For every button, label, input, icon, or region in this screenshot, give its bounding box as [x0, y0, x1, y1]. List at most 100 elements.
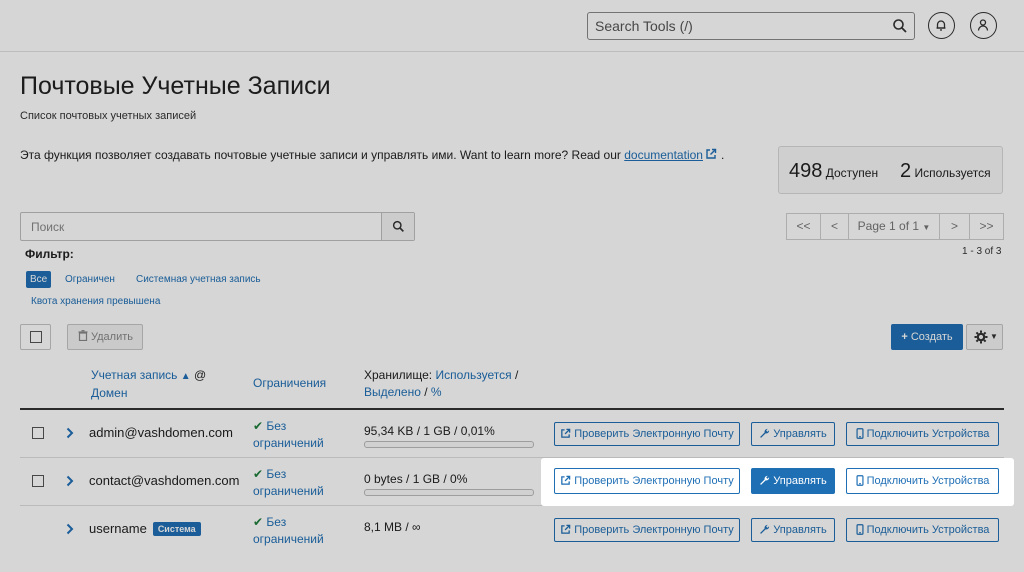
limits-cell: ✔ Без ограничений: [253, 466, 324, 500]
used-count: 2: [900, 160, 912, 182]
intro-text: Эта функция позволяет создавать почтовые…: [20, 148, 724, 162]
trash-icon: [78, 330, 88, 342]
storage-used-sort[interactable]: Используется: [435, 368, 511, 382]
user-account-icon[interactable]: [970, 12, 997, 39]
search-tools-input[interactable]: [595, 17, 885, 35]
limits-header[interactable]: Ограничения: [253, 375, 326, 392]
storage-sep-2: /: [420, 385, 431, 399]
account-search-button[interactable]: [381, 213, 414, 240]
documentation-link[interactable]: documentation: [624, 148, 703, 162]
chevron-down-icon: ▼: [922, 223, 931, 232]
storage-sep: /: [511, 368, 519, 382]
connect-devices-button[interactable]: Подключить Устройства: [846, 422, 999, 446]
page-label: Page 1 of 1: [857, 219, 920, 233]
check-email-label: Проверить Электронную Почту: [574, 475, 734, 487]
gear-icon: [974, 330, 988, 344]
wrench-icon: [760, 428, 770, 438]
checkbox-box: [30, 331, 42, 343]
chevron-down-icon: ▼: [990, 332, 998, 341]
limits-cell: ✔ Без ограничений: [253, 514, 324, 548]
chevron-right-icon[interactable]: [66, 427, 74, 439]
manage-label: Управлять: [773, 428, 827, 440]
check-email-button-highlighted[interactable]: Проверить Электронную Почту: [554, 468, 740, 494]
connect-devices-label: Подключить Устройства: [866, 475, 990, 487]
settings-dropdown-button[interactable]: ▼: [966, 324, 1003, 350]
mobile-phone-icon: [856, 475, 864, 486]
select-all-checkbox[interactable]: [20, 324, 51, 350]
check-email-button[interactable]: Проверить Электронную Почту: [554, 518, 740, 542]
chevron-right-icon[interactable]: [66, 475, 74, 487]
account-name: username: [89, 521, 147, 536]
search-icon: [392, 220, 404, 232]
chevron-right-icon[interactable]: [66, 523, 74, 535]
sort-up-icon: ▲: [180, 371, 191, 382]
manage-label: Управлять: [773, 524, 827, 536]
page-select[interactable]: Page 1 of 1 ▼: [848, 213, 940, 240]
manage-label: Управлять: [773, 475, 827, 487]
storage-allocated-sort[interactable]: Выделено: [364, 385, 421, 399]
account-header-label: Учетная запись: [91, 368, 178, 382]
first-page-button[interactable]: <<: [786, 213, 821, 240]
page-title: Почтовые Учетные Записи: [20, 72, 331, 100]
storage-percent-sort[interactable]: %: [431, 385, 442, 399]
limit-text-2: ограничений: [253, 484, 324, 498]
row-checkbox[interactable]: [32, 427, 44, 439]
external-link-icon: [561, 524, 571, 534]
create-button[interactable]: + Создать: [891, 324, 963, 350]
limit-text-2: ограничений: [253, 436, 324, 450]
results-count: 1 - 3 of 3: [962, 246, 1002, 257]
external-link-icon[interactable]: [705, 148, 717, 160]
checkmark-icon: ✔: [253, 467, 264, 481]
account-name: admin@vashdomen.com: [89, 425, 233, 440]
last-page-button[interactable]: >>: [969, 213, 1004, 240]
available-stat: 498 Доступен: [789, 160, 878, 183]
external-link-icon: [561, 428, 571, 438]
table-row: admin@vashdomen.com ✔ Без ограничений 95,…: [20, 410, 1004, 458]
account-search-input[interactable]: [31, 219, 371, 235]
storage-text: 95,34 KB / 1 GB / 0,01%: [364, 424, 495, 438]
prev-page-button[interactable]: <: [820, 213, 849, 240]
system-badge: Система: [152, 522, 201, 536]
notifications-bell-icon[interactable]: [928, 12, 955, 39]
top-bar: [0, 0, 1024, 52]
filter-quota-exceeded[interactable]: Квота хранения превышена: [31, 293, 160, 310]
storage-progress-bar: [364, 489, 534, 496]
wrench-icon: [760, 524, 770, 534]
account-domain-header[interactable]: Учетная запись ▲ @ Домен: [91, 367, 206, 402]
at-sign: @: [194, 368, 207, 382]
search-icon[interactable]: [892, 18, 908, 34]
manage-button[interactable]: Управлять: [751, 422, 835, 446]
delete-button[interactable]: Удалить: [67, 324, 143, 350]
connect-devices-label: Подключить Устройства: [866, 524, 990, 536]
limit-text-2: ограничений: [253, 532, 324, 546]
used-label: Используется: [914, 166, 991, 180]
limits-cell: ✔ Без ограничений: [253, 418, 324, 452]
intro-description: Эта функция позволяет создавать почтовые…: [20, 148, 625, 162]
table-header: Учетная запись ▲ @ Домен Ограничения Хра…: [20, 358, 1004, 410]
connect-devices-label: Подключить Устройства: [866, 428, 990, 440]
page-subtitle: Список почтовых учетных записей: [20, 110, 197, 122]
manage-button-highlighted[interactable]: Управлять: [751, 468, 835, 494]
filter-system-account[interactable]: Системная учетная запись: [136, 271, 261, 288]
storage-text: 8,1 MB / ∞: [364, 520, 421, 534]
checkmark-icon: ✔: [253, 515, 264, 529]
intro-end: .: [720, 148, 725, 162]
next-page-button[interactable]: >: [939, 213, 970, 240]
external-link-icon: [561, 475, 571, 485]
filter-all[interactable]: Все: [26, 271, 52, 288]
plus-icon: +: [901, 331, 908, 343]
checkmark-icon: ✔: [253, 419, 264, 433]
domain-header-label: Домен: [91, 386, 128, 400]
connect-devices-button-highlighted[interactable]: Подключить Устройства: [846, 468, 999, 494]
filter-restricted[interactable]: Ограничен: [65, 271, 115, 288]
check-email-label: Проверить Электронную Почту: [574, 524, 734, 536]
table-row: username Система ✔ Без ограничений 8,1 MB …: [20, 506, 1004, 554]
mobile-phone-icon: [856, 524, 864, 535]
connect-devices-button[interactable]: Подключить Устройства: [846, 518, 999, 542]
row-checkbox[interactable]: [32, 475, 44, 487]
search-tools-field[interactable]: [587, 12, 915, 40]
check-email-button[interactable]: Проверить Электронную Почту: [554, 422, 740, 446]
limit-text-1: Без: [266, 515, 287, 529]
manage-button[interactable]: Управлять: [751, 518, 835, 542]
filter-label: Фильтр:: [25, 247, 74, 261]
